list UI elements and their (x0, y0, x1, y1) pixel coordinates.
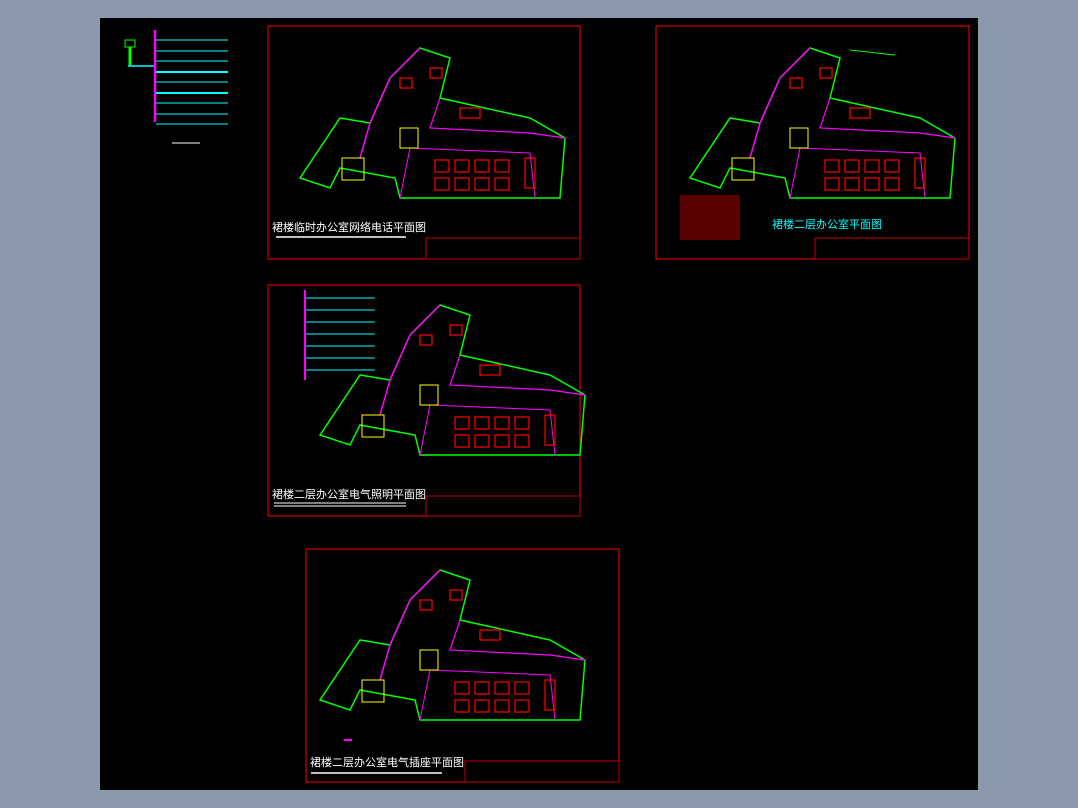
cad-model-space[interactable]: 裙楼临时办公室网络电话平面图 裙楼二层办公室平面图 裙楼二层办公室电气照明平面图… (100, 18, 978, 790)
drawing-canvas[interactable]: 裙楼临时办公室网络电话平面图 裙楼二层办公室平面图 裙楼二层办公室电气照明平面图… (100, 18, 978, 790)
system-diagram (124, 30, 228, 144)
sheet-title: 裙楼二层办公室平面图 (772, 217, 882, 231)
drawing-sheet-lighting[interactable]: 裙楼二层办公室电气照明平面图 (267, 284, 586, 517)
sheet-title: 裙楼二层办公室电气照明平面图 (272, 487, 426, 501)
drawing-sheet-network[interactable]: 裙楼临时办公室网络电话平面图 (267, 25, 581, 260)
drawing-sheet-floor-plan[interactable]: 裙楼二层办公室平面图 (655, 25, 970, 260)
sheet-title: 裙楼临时办公室网络电话平面图 (272, 220, 426, 234)
sheet-title: 裙楼二层办公室电气插座平面图 (310, 755, 464, 769)
drawing-sheet-sockets[interactable]: 裙楼二层办公室电气插座平面图 (305, 548, 620, 783)
